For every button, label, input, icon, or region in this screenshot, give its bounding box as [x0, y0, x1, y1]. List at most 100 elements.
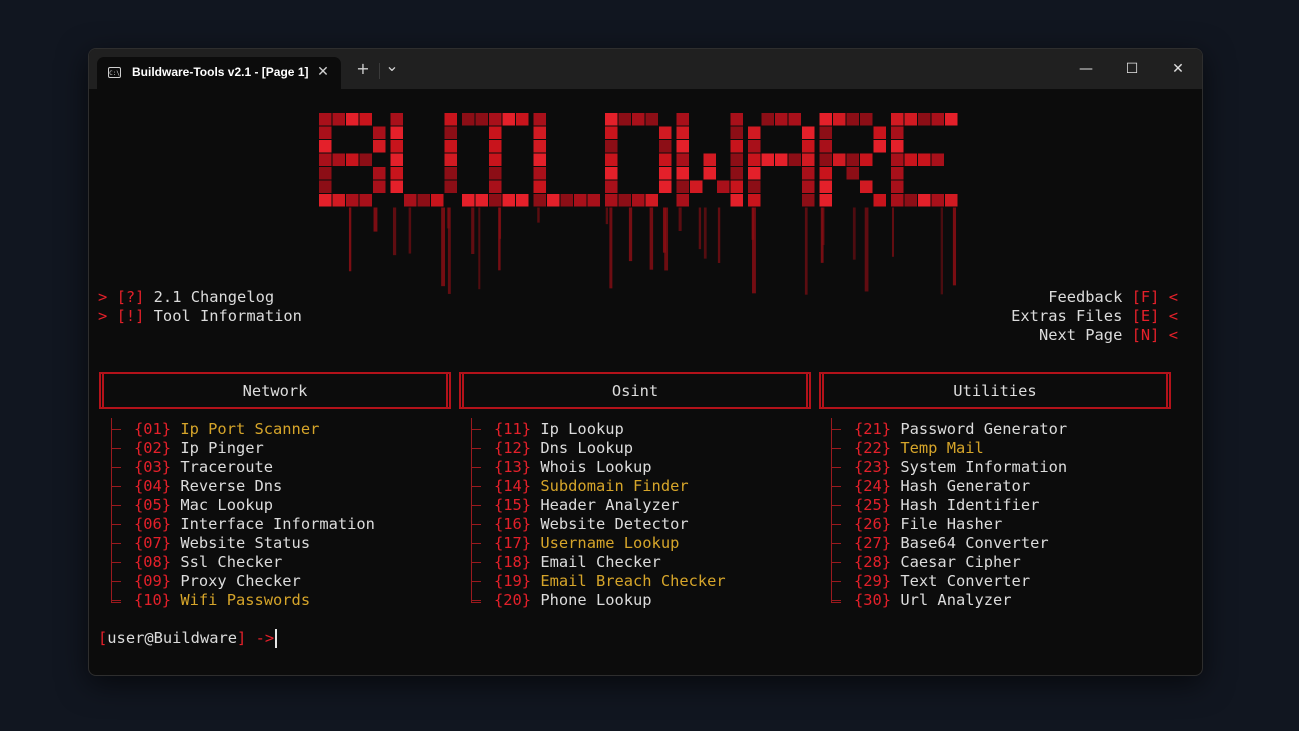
logo-pixel [730, 167, 743, 180]
logo-pixel [761, 153, 774, 166]
chevron-down-icon[interactable]: ⌄ [382, 56, 402, 76]
tool-label: Traceroute [180, 458, 274, 476]
tab-buildware[interactable]: C:\ Buildware-Tools v2.1 - [Page 1] ✕ [97, 57, 341, 89]
menu-item-right[interactable]: Extras Files [E] < [1011, 307, 1178, 326]
logo-pixel [390, 140, 403, 153]
logo-pixel [444, 167, 457, 180]
tool-item[interactable]: {04} Reverse Dns [134, 477, 282, 496]
tool-number: {18} [494, 553, 532, 571]
tool-item[interactable]: {16} Website Detector [494, 515, 689, 534]
tool-item[interactable]: {10} Wifi Passwords [134, 591, 310, 610]
logo-pixel [802, 126, 815, 139]
tree-branch [471, 600, 481, 601]
logo-pixel [676, 194, 689, 207]
tree-line [111, 418, 122, 602]
tool-item[interactable]: {21} Password Generator [854, 420, 1067, 439]
tool-item[interactable]: {18} Email Checker [494, 553, 661, 572]
terminal-content[interactable]: > [?] 2.1 Changelog > [!] Tool Informatio… [89, 89, 1202, 675]
logo-pixel [444, 140, 457, 153]
logo-pixel [873, 140, 886, 153]
tool-item[interactable]: {28} Caesar Cipher [854, 553, 1021, 572]
tool-item[interactable]: {09} Proxy Checker [134, 572, 301, 591]
logo-drip [498, 207, 501, 271]
tool-item[interactable]: {25} Hash Identifier [854, 496, 1039, 515]
tool-number: {20} [494, 591, 532, 609]
tool-number: {24} [854, 477, 892, 495]
new-tab-icon[interactable]: + [353, 59, 373, 79]
close-tab-icon[interactable]: ✕ [313, 62, 333, 82]
logo-pixel [489, 180, 502, 193]
logo-pixel [632, 194, 645, 207]
tool-item[interactable]: {15} Header Analyzer [494, 496, 679, 515]
logo-pixel [373, 167, 386, 180]
tree-branch [111, 429, 121, 430]
tree-branch [831, 581, 841, 582]
tool-item[interactable]: {05} Mac Lookup [134, 496, 273, 515]
logo-pixel [931, 113, 944, 126]
logo-pixel [359, 113, 372, 126]
logo-pixel [891, 194, 904, 207]
tool-label: Interface Information [180, 515, 375, 533]
tool-item[interactable]: {03} Traceroute [134, 458, 273, 477]
logo-drip [408, 207, 412, 254]
tool-item[interactable]: {23} System Information [854, 458, 1067, 477]
logo-pixel [931, 194, 944, 207]
menu-item-right[interactable]: Next Page [N] < [1039, 326, 1178, 345]
tool-item[interactable]: {12} Dns Lookup [494, 439, 633, 458]
minimize-icon[interactable]: — [1066, 57, 1106, 81]
tool-label: Text Converter [900, 572, 1031, 590]
tool-item[interactable]: {13} Whois Lookup [494, 458, 652, 477]
logo-pixel [605, 113, 618, 126]
tool-number: {10} [134, 591, 172, 609]
menu-item-left[interactable]: > [!] Tool Information [98, 307, 302, 326]
logo-pixel [475, 113, 488, 126]
logo-pixel [605, 180, 618, 193]
logo-pixel [802, 194, 815, 207]
logo-pixel [748, 140, 761, 153]
tool-item[interactable]: {08} Ssl Checker [134, 553, 282, 572]
terminal-icon: C:\ [108, 67, 121, 78]
logo-pixel [489, 194, 502, 207]
tool-item[interactable]: {29} Text Converter [854, 572, 1030, 591]
tool-label: Url Analyzer [900, 591, 1012, 609]
tool-item[interactable]: {27} Base64 Converter [854, 534, 1049, 553]
logo-pixel [945, 113, 958, 126]
logo-pixel [788, 153, 801, 166]
tool-label: Header Analyzer [540, 496, 680, 514]
logo-pixel [846, 153, 859, 166]
tool-item[interactable]: {14} Subdomain Finder [494, 477, 689, 496]
tool-label: Email Breach Checker [540, 572, 726, 590]
tool-item[interactable]: {06} Interface Information [134, 515, 375, 534]
tool-item[interactable]: {07} Website Status [134, 534, 310, 553]
tool-item[interactable]: {24} Hash Generator [854, 477, 1030, 496]
buildware-logo [319, 113, 958, 295]
logo-pixel [833, 153, 846, 166]
tool-item[interactable]: {17} Username Lookup [494, 534, 679, 553]
tool-item[interactable]: {22} Temp Mail [854, 439, 984, 458]
tool-label: Proxy Checker [180, 572, 301, 590]
tool-item[interactable]: {19} Email Breach Checker [494, 572, 726, 591]
text-cursor[interactable] [275, 629, 277, 648]
logo-drip [703, 207, 707, 259]
logo-pixel [618, 194, 631, 207]
tool-item[interactable]: {26} File Hasher [854, 515, 1002, 534]
toolbar-divider [379, 63, 380, 79]
menu-item-left[interactable]: > [?] 2.1 Changelog [98, 288, 274, 307]
logo-pixel [703, 153, 716, 166]
tool-item[interactable]: {01} Ip Port Scanner [134, 420, 319, 439]
logo-pixel [730, 126, 743, 139]
tool-number: {22} [854, 439, 892, 457]
logo-pixel [417, 194, 430, 207]
maximize-icon[interactable]: ☐ [1112, 57, 1152, 81]
tool-number: {09} [134, 572, 172, 590]
tool-label: Ssl Checker [180, 553, 283, 571]
logo-pixel [659, 180, 672, 193]
tool-item[interactable]: {11} Ip Lookup [494, 420, 624, 439]
menu-item-right[interactable]: Feedback [F] < [1048, 288, 1178, 307]
tool-item[interactable]: {30} Url Analyzer [854, 591, 1012, 610]
tool-label: Base64 Converter [900, 534, 1049, 552]
tool-item[interactable]: {20} Phone Lookup [494, 591, 652, 610]
tool-item[interactable]: {02} Ip Pinger [134, 439, 264, 458]
logo-pixel [730, 194, 743, 207]
close-window-icon[interactable]: ✕ [1158, 57, 1198, 81]
